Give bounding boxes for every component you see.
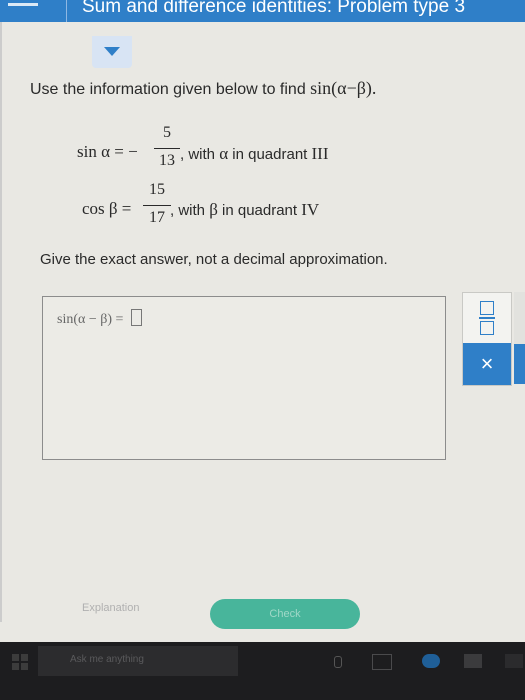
taskbar-search[interactable]: Ask me anything (38, 646, 238, 676)
cosine-condition-mid: in quadrant (217, 202, 302, 219)
check-button[interactable]: Check (210, 599, 360, 629)
alpha-symbol: α (219, 144, 229, 163)
cosine-lhs: cos β = (82, 199, 132, 218)
math-tool-panel: × (462, 292, 512, 386)
tool-panel-edge-blue (514, 344, 525, 384)
sine-denominator: 13 (159, 152, 175, 169)
search-placeholder: Ask me anything (70, 654, 144, 665)
answer-input-slot[interactable] (130, 309, 142, 326)
instruction-text: Use the information given below to find (30, 81, 311, 98)
microphone-icon[interactable] (334, 656, 342, 668)
cosine-numerator: 15 (149, 181, 165, 198)
menu-icon[interactable] (8, 3, 38, 6)
sine-numerator: 5 (163, 124, 171, 141)
target-expression: sin(α−β). (310, 78, 377, 98)
cosine-condition: , with β in quadrant IV (170, 200, 319, 220)
given-sine: sin α = − (77, 142, 138, 162)
answer-box[interactable]: sin(α − β) = (42, 296, 446, 460)
sine-condition: , with α in quadrant III (180, 144, 329, 164)
collapse-toggle[interactable] (92, 36, 132, 68)
alpha-quadrant: III (311, 144, 329, 163)
file-explorer-icon[interactable] (464, 654, 482, 668)
chevron-down-icon (104, 47, 120, 56)
explanation-button[interactable]: Explanation (82, 602, 140, 614)
exact-answer-note: Give the exact answer, not a decimal app… (40, 251, 388, 268)
beta-quadrant: IV (301, 200, 320, 219)
sine-condition-prefix: , with (180, 146, 220, 163)
given-cosine: cos β = (82, 199, 131, 219)
sine-condition-mid: in quadrant (228, 146, 312, 163)
windows-start-icon[interactable] (12, 654, 28, 670)
task-view-icon[interactable] (372, 654, 392, 670)
sine-lhs: sin α = − (77, 142, 138, 161)
answer-lhs: sin(α − β) = (57, 312, 127, 327)
store-icon[interactable] (505, 654, 523, 668)
left-edge (0, 22, 2, 622)
sine-fraction-bar (154, 148, 180, 149)
header-divider (66, 0, 67, 22)
beta-symbol: β (209, 200, 218, 219)
problem-instruction: Use the information given below to find … (30, 78, 376, 99)
page-title: Sum and difference identities: Problem t… (82, 0, 466, 17)
cosine-fraction-bar (143, 205, 171, 206)
cosine-condition-prefix: , with (170, 202, 210, 219)
fraction-tool-icon[interactable] (479, 301, 495, 335)
header-bar: Sum and difference identities: Problem t… (0, 0, 525, 22)
close-tool-button[interactable]: × (463, 343, 511, 385)
answer-expression: sin(α − β) = (57, 309, 142, 328)
edge-browser-icon[interactable] (422, 654, 440, 668)
cosine-denominator: 17 (149, 209, 165, 226)
taskbar: Ask me anything (0, 642, 525, 700)
